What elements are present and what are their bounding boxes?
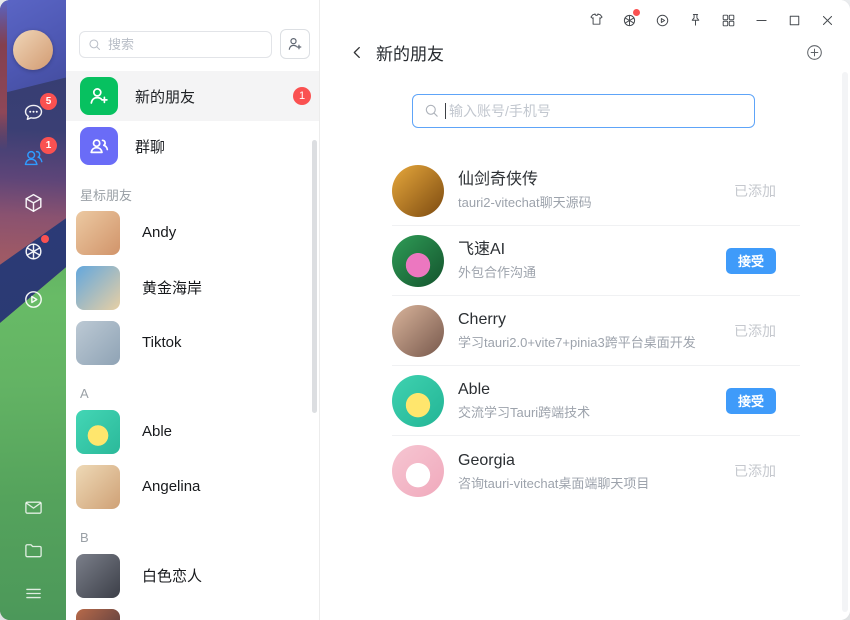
contact-avatar: [76, 266, 120, 310]
contact-name: 白色恋人: [142, 565, 202, 586]
window-titlebar: [580, 6, 844, 34]
contact-name: Able: [142, 423, 172, 440]
contact-avatar: [76, 410, 120, 454]
friend-request-list: 仙剑奇侠传 tauri2-vitechat聊天源码 已添加 飞速AI 外包合作沟…: [392, 156, 800, 506]
request-avatar: [392, 165, 444, 217]
contact-row[interactable]: Andy: [66, 205, 319, 260]
add-new-friend-button[interactable]: [803, 42, 825, 64]
contact-avatar: [76, 609, 120, 620]
contact-row[interactable]: Able: [66, 404, 319, 459]
friend-search-input[interactable]: [412, 94, 755, 128]
request-name: Able: [458, 379, 726, 401]
entry-label: 群聊: [135, 136, 311, 157]
friend-search: [412, 94, 755, 128]
contacts-unread-badge: 1: [40, 137, 57, 154]
back-button[interactable]: [346, 42, 368, 64]
chats-unread-badge: 5: [40, 93, 57, 110]
section-label: A: [80, 382, 319, 404]
friend-request-row: Cherry 学习tauri2.0+vite7+pinia3跨平台桌面开发 已添…: [392, 296, 800, 366]
friend-request-row: Georgia 咨询tauri-vitechat桌面端聊天项目 已添加: [392, 436, 800, 506]
request-avatar: [392, 305, 444, 357]
files-button[interactable]: [19, 537, 47, 563]
contact-name: Andy: [142, 224, 176, 241]
request-avatar: [392, 445, 444, 497]
request-name: 飞速AI: [458, 239, 726, 261]
aperture-alert-dot: [633, 9, 640, 16]
group-icon: [80, 127, 118, 165]
contacts-scrollbar[interactable]: [312, 140, 317, 413]
request-message: 外包合作沟通: [458, 263, 726, 282]
request-message: 交流学习Tauri跨端技术: [458, 403, 726, 422]
play-circle-icon[interactable]: [646, 6, 679, 34]
request-name: 仙剑奇侠传: [458, 169, 734, 191]
contact-row[interactable]: Tiktok: [66, 315, 319, 370]
text-caret: [445, 103, 446, 119]
added-status: 已添加: [734, 181, 776, 201]
friend-request-row: Able 交流学习Tauri跨端技术 接受: [392, 366, 800, 436]
request-message: 咨询tauri-vitechat桌面端聊天项目: [458, 474, 734, 493]
section-label: 星标朋友: [80, 183, 319, 205]
maximize-icon[interactable]: [778, 6, 811, 34]
nav-plugins-button[interactable]: [19, 238, 47, 264]
contact-name: Tiktok: [142, 334, 181, 351]
contacts-panel: 新的朋友 1 群聊 星标朋友 Andy 黄金海岸 Tiktok A Able A…: [66, 0, 320, 620]
accept-button[interactable]: 接受: [726, 388, 776, 414]
contact-row[interactable]: 白色恋人: [66, 548, 319, 603]
search-icon: [423, 102, 440, 119]
contacts-entry[interactable]: 新的朋友 1: [66, 71, 319, 121]
contact-row[interactable]: Blossom: [66, 603, 319, 620]
contact-name: 黄金海岸: [142, 277, 202, 298]
contacts-search-input[interactable]: [79, 31, 272, 58]
minimize-icon[interactable]: [745, 6, 778, 34]
pin-icon[interactable]: [679, 6, 712, 34]
contact-avatar: [76, 554, 120, 598]
unread-badge: 1: [293, 87, 311, 105]
contact-avatar: [76, 211, 120, 255]
accept-button[interactable]: 接受: [726, 248, 776, 274]
request-avatar: [392, 235, 444, 287]
shirt-icon[interactable]: [580, 6, 613, 34]
request-avatar: [392, 375, 444, 427]
aperture-icon[interactable]: [613, 6, 646, 34]
search-icon: [87, 37, 102, 52]
contact-name: Angelina: [142, 478, 200, 495]
chevron-left-icon: [349, 44, 366, 61]
added-status: 已添加: [734, 461, 776, 481]
contact-avatar: [76, 321, 120, 365]
nav-media-button[interactable]: [19, 286, 47, 312]
person-add-icon: [80, 77, 118, 115]
request-name: Cherry: [458, 309, 734, 331]
contact-row[interactable]: 黄金海岸: [66, 260, 319, 315]
grid-layout-icon[interactable]: [712, 6, 745, 34]
mail-button[interactable]: [19, 494, 47, 520]
close-icon[interactable]: [811, 6, 844, 34]
main-scrollbar[interactable]: [842, 72, 848, 612]
request-name: Georgia: [458, 450, 734, 472]
add-friend-button[interactable]: [280, 29, 310, 59]
plus-circle-icon: [805, 43, 824, 62]
friend-request-row: 飞速AI 外包合作沟通 接受: [392, 226, 800, 296]
contacts-entry[interactable]: 群聊: [66, 121, 319, 171]
contacts-search: [79, 31, 272, 58]
person-add-icon: [286, 35, 304, 53]
app-window: 5 1: [0, 0, 850, 620]
main-panel: 新的朋友 仙剑奇侠传 tauri2-vitechat聊天源码 已添加 飞速AI …: [320, 0, 850, 620]
friend-request-row: 仙剑奇侠传 tauri2-vitechat聊天源码 已添加: [392, 156, 800, 226]
user-avatar[interactable]: [13, 30, 53, 70]
nav-workspace-button[interactable]: [19, 190, 47, 216]
nav-chats-button[interactable]: 5: [19, 100, 47, 126]
added-status: 已添加: [734, 321, 776, 341]
request-message: tauri2-vitechat聊天源码: [458, 193, 734, 212]
nav-contacts-button[interactable]: 1: [19, 144, 47, 170]
contact-row[interactable]: Angelina: [66, 459, 319, 514]
menu-button[interactable]: [19, 580, 47, 606]
plugins-alert-dot: [41, 235, 49, 243]
entry-label: 新的朋友: [135, 86, 293, 107]
contact-avatar: [76, 465, 120, 509]
request-message: 学习tauri2.0+vite7+pinia3跨平台桌面开发: [458, 333, 734, 352]
section-label: B: [80, 526, 319, 548]
nav-rail: 5 1: [0, 0, 66, 620]
page-title: 新的朋友: [376, 40, 444, 65]
